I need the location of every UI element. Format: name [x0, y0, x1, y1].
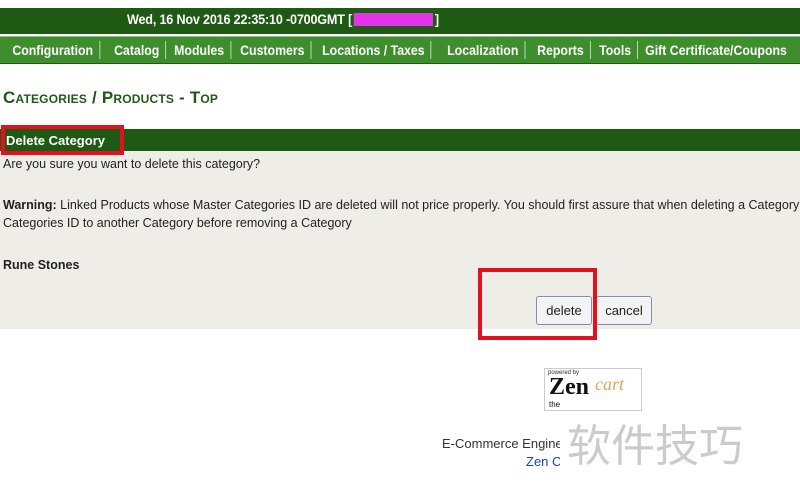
category-name: Rune Stones: [3, 258, 80, 272]
cancel-button[interactable]: cancel: [596, 296, 652, 325]
top-header-bar: Wed, 16 Nov 2016 22:35:10 -0700GMT []: [0, 8, 800, 34]
header-datetime: Wed, 16 Nov 2016 22:35:10 -0700GMT []: [127, 11, 439, 27]
highlight-box-header: [1, 125, 124, 155]
menu-item-localization[interactable]: Localization: [441, 41, 526, 59]
confirm-question: Are you sure you want to delete this cat…: [3, 157, 261, 171]
menu-item-modules[interactable]: Modules: [168, 41, 232, 59]
footer-engine-text: E-Commerce Engine C: [442, 436, 576, 451]
redacted-store-name: [353, 13, 434, 26]
logo-the-text: the: [549, 400, 561, 409]
menu-item-reports[interactable]: Reports: [531, 41, 592, 59]
logo-zen-text: Zen: [549, 374, 590, 400]
page-title: Categories / Products - Top: [3, 88, 219, 107]
menu-item-tools[interactable]: Tools: [593, 41, 639, 59]
warning-label: Warning:: [3, 198, 57, 212]
warning-text-1: Linked Products whose Master Categories …: [56, 198, 800, 212]
menu-item-customers[interactable]: Customers: [234, 41, 312, 59]
main-menu-bar: Configuration Catalog Modules Customers …: [0, 36, 800, 64]
menu-item-configuration[interactable]: Configuration: [0, 41, 101, 59]
zen-cart-logo[interactable]: powered by Zen cart the: [544, 368, 642, 411]
menu-item-catalog[interactable]: Catalog: [108, 41, 167, 59]
menu-item-gift-certificate-coupons[interactable]: Gift Certificate/Coupons: [639, 41, 793, 59]
logo-cart-text: cart: [595, 374, 624, 394]
datetime-text: Wed, 16 Nov 2016 22:35:10 -0700GMT [: [127, 11, 353, 27]
watermark-text: 软件技巧: [567, 421, 743, 472]
menu-item-locations-taxes[interactable]: Locations / Taxes: [316, 41, 432, 59]
warning-line-1: Warning: Linked Products whose Master Ca…: [3, 198, 800, 212]
highlight-box-delete: [478, 268, 597, 340]
warning-line-2: Categories ID to another Category before…: [3, 216, 352, 230]
delete-category-panel: [0, 151, 800, 329]
datetime-suffix: ]: [434, 11, 439, 27]
